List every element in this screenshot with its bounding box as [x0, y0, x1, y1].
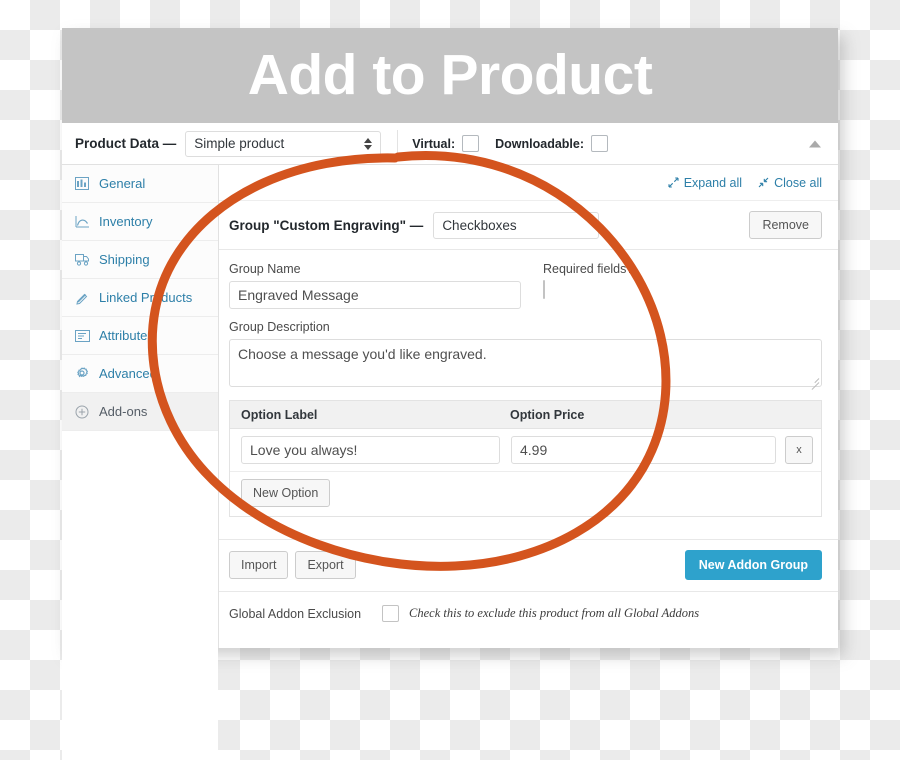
product-type-select[interactable]: Simple product	[185, 130, 382, 157]
options-table-footer: New Option	[230, 472, 821, 518]
field-type-select[interactable]: Checkboxes	[433, 211, 600, 239]
group-description-field: Group Description	[229, 320, 822, 387]
new-option-button[interactable]: New Option	[241, 479, 331, 508]
page-title: Add to Product	[247, 43, 653, 107]
sidebar-item-label: Advanced	[99, 366, 157, 381]
sidebar-item-advanced[interactable]: Advanced	[62, 355, 218, 393]
product-data-sidebar: General Inventory Shipping Linked Produc…	[62, 165, 219, 760]
expand-arrows-icon	[668, 177, 679, 188]
virtual-checkbox-group[interactable]: Virtual:	[412, 135, 480, 152]
option-label-input[interactable]	[241, 436, 500, 464]
new-addon-group-button[interactable]: New Addon Group	[684, 550, 822, 581]
addon-group-body: Group Name Required fields? Group Descri…	[219, 250, 838, 518]
column-header-option-label: Option Label	[241, 407, 318, 422]
sidebar-item-label: Add-ons	[99, 404, 148, 419]
addon-group-header: Group "Custom Engraving" — Checkboxes Re…	[219, 201, 838, 250]
options-table-header: Option Label Option Price	[230, 401, 821, 429]
sidebar-item-general[interactable]: General	[62, 165, 218, 203]
collapse-arrows-icon	[758, 177, 769, 188]
sidebar-item-label: Linked Products	[99, 290, 193, 305]
global-addon-exclusion-row: Global Addon Exclusion Check this to exc…	[219, 591, 838, 623]
required-fields-field: Required fields?	[543, 262, 633, 299]
addons-footer: Import Export New Addon Group	[219, 539, 838, 581]
screenshot-stage: Add to Product Product Data — Simple pro…	[0, 0, 900, 760]
downloadable-checkbox-group[interactable]: Downloadable:	[495, 135, 609, 152]
table-row: x	[230, 429, 821, 472]
sidebar-item-attributes[interactable]: Attributes	[62, 317, 218, 355]
group-name-input[interactable]	[229, 281, 521, 309]
options-table: Option Label Option Price x New Option	[229, 400, 822, 518]
truck-icon	[74, 252, 90, 268]
expand-all-link[interactable]: Expand all	[668, 176, 742, 190]
toolbar-divider	[397, 129, 399, 158]
sidebar-item-inventory[interactable]: Inventory	[62, 203, 218, 241]
plus-circle-icon	[74, 404, 90, 420]
sidebar-item-label: Shipping	[99, 252, 150, 267]
downloadable-checkbox[interactable]	[591, 135, 609, 152]
window-title-bar: Add to Product	[62, 28, 838, 123]
product-data-bar: Product Data — Simple product Virtual: D…	[62, 123, 838, 165]
close-all-link[interactable]: Close all	[758, 176, 822, 190]
product-data-label: Product Data —	[75, 136, 177, 151]
sidebar-item-label: Inventory	[99, 214, 153, 229]
expand-collapse-row: Expand all Close all	[219, 165, 838, 201]
group-name-row: Group Name Required fields?	[229, 262, 822, 309]
addon-group-title: Group "Custom Engraving" —	[229, 217, 424, 233]
line-chart-icon	[74, 214, 90, 230]
sidebar-item-shipping[interactable]: Shipping	[62, 241, 218, 279]
sidebar-filler	[62, 431, 218, 760]
gear-icon	[74, 366, 90, 382]
global-addon-exclusion-label: Global Addon Exclusion	[229, 606, 362, 621]
sidebar-item-add-ons[interactable]: Add-ons	[62, 393, 218, 431]
virtual-label: Virtual:	[412, 136, 456, 151]
sort-spinner-icon	[364, 137, 373, 150]
group-name-label: Group Name	[229, 262, 301, 276]
required-fields-label: Required fields?	[543, 262, 634, 276]
expand-all-label: Expand all	[683, 175, 743, 190]
downloadable-label: Downloadable:	[495, 136, 585, 151]
global-addon-exclusion-text: Check this to exclude this product from …	[409, 606, 700, 621]
global-addon-exclusion-checkbox[interactable]	[382, 605, 400, 623]
option-price-input[interactable]	[511, 436, 776, 464]
tag-label-icon	[74, 328, 90, 344]
group-description-label: Group Description	[229, 320, 330, 334]
field-type-value: Checkboxes	[442, 217, 517, 233]
link-pencil-icon	[74, 290, 90, 306]
sidebar-item-label: Attributes	[99, 328, 154, 343]
column-header-option-price: Option Price	[510, 407, 585, 422]
virtual-checkbox[interactable]	[462, 135, 480, 152]
export-button[interactable]: Export	[295, 551, 356, 580]
sidebar-item-label: General	[99, 176, 146, 191]
addons-panel: Expand all Close all Group "Custom Engra…	[219, 165, 838, 648]
remove-group-button[interactable]: Remove	[749, 210, 822, 240]
grid-chart-icon	[74, 176, 90, 192]
product-data-body: General Inventory Shipping Linked Produc…	[62, 165, 838, 760]
import-button[interactable]: Import	[229, 551, 289, 580]
group-description-textarea[interactable]	[229, 339, 822, 387]
close-all-label: Close all	[774, 175, 822, 190]
sidebar-item-linked-products[interactable]: Linked Products	[62, 279, 218, 317]
triangle-up-icon[interactable]	[809, 140, 821, 147]
product-data-card: Add to Product Product Data — Simple pro…	[62, 28, 838, 760]
remove-option-button[interactable]: x	[785, 436, 813, 464]
group-name-field: Group Name	[229, 262, 521, 309]
product-type-value: Simple product	[194, 136, 285, 151]
required-fields-checkbox[interactable]	[543, 280, 545, 299]
